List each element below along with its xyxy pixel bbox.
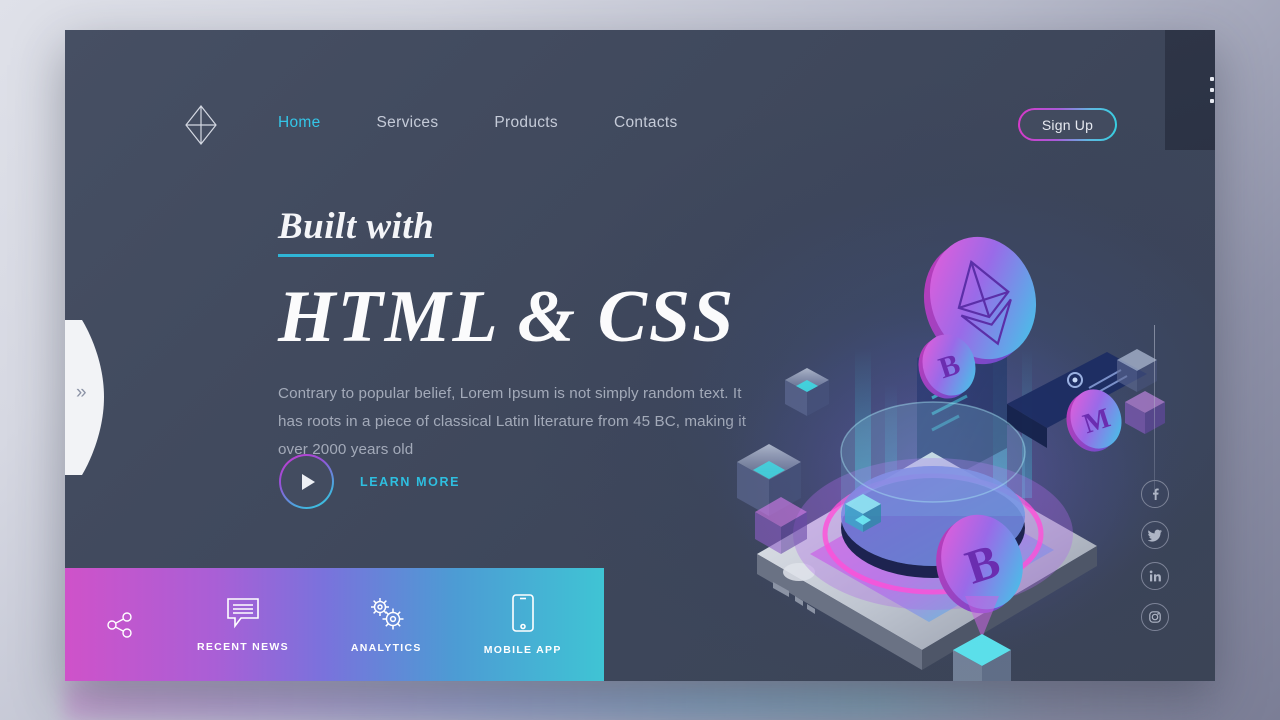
- play-button[interactable]: [279, 454, 334, 509]
- play-icon: [302, 473, 315, 490]
- share-nodes-icon: [107, 611, 132, 638]
- nav-item-contacts[interactable]: Contacts: [614, 114, 678, 132]
- feature-label: ANALYTICS: [350, 642, 422, 654]
- card-reflection: [65, 681, 1215, 720]
- feature-mobile-app[interactable]: MOBILE APP: [484, 593, 562, 656]
- feature-analytics[interactable]: ANALYTICS: [351, 595, 422, 654]
- chevron-right-icon: »: [76, 382, 87, 403]
- side-panel-toggle[interactable]: »: [65, 320, 108, 475]
- grid-menu-button[interactable]: [1165, 30, 1215, 150]
- learn-more-label: LEARN MORE: [360, 474, 461, 489]
- site-header: Home Services Products Contacts Sign Up: [65, 30, 1215, 152]
- social-twitter-icon[interactable]: [1141, 521, 1169, 549]
- nav-item-home[interactable]: Home: [278, 114, 321, 132]
- crypto-isometric-illustration: B M B: [677, 198, 1197, 681]
- gears-icon: [371, 598, 404, 630]
- chat-bubble-lines-icon: [227, 598, 259, 629]
- feature-recent-news[interactable]: RECENT NEWS: [197, 596, 289, 653]
- feature-label: RECENT NEWS: [197, 641, 289, 653]
- social-linkedin-icon[interactable]: [1141, 562, 1169, 590]
- social-rail-divider: [1154, 325, 1155, 492]
- landing-page-card: Home Services Products Contacts Sign Up …: [65, 30, 1215, 681]
- sign-up-label: Sign Up: [1020, 110, 1115, 139]
- social-links: [1141, 480, 1169, 644]
- sign-up-button[interactable]: Sign Up: [1018, 108, 1117, 141]
- learn-more-button[interactable]: LEARN MORE: [279, 454, 460, 509]
- main-navigation: Home Services Products Contacts: [278, 114, 734, 132]
- nav-item-products[interactable]: Products: [494, 114, 558, 132]
- hero-eyebrow: Built with: [278, 205, 435, 257]
- share-button[interactable]: [105, 610, 135, 640]
- social-facebook-icon[interactable]: [1141, 480, 1169, 508]
- feature-bar: RECENT NEWS ANALYTICS MOBILE APP: [65, 568, 604, 681]
- nav-item-services[interactable]: Services: [377, 114, 439, 132]
- grid-menu-icon: [1209, 77, 1216, 103]
- feature-label: MOBILE APP: [483, 644, 562, 656]
- ethereum-diamond-icon[interactable]: [183, 104, 219, 146]
- social-instagram-icon[interactable]: [1141, 603, 1169, 631]
- smartphone-icon: [511, 594, 534, 632]
